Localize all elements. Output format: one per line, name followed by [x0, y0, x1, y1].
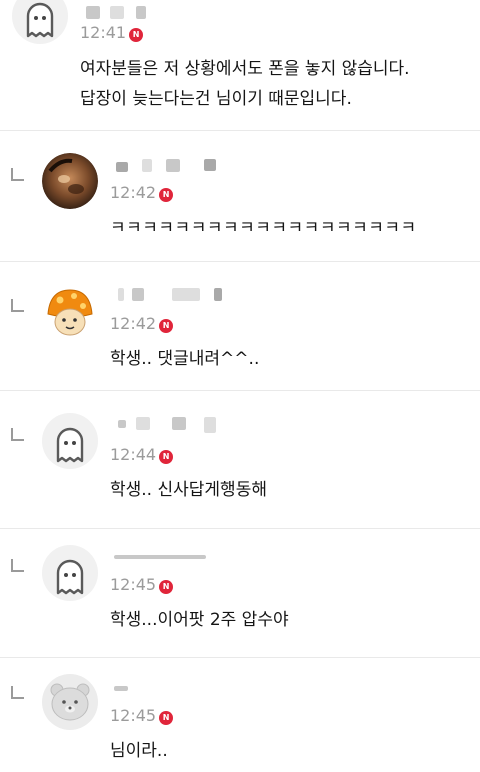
comment-timestamp: 12:41 N — [80, 24, 144, 42]
comment-timestamp: 12:44 N — [110, 446, 174, 464]
comment-body: 여자분들은 저 상황에서도 폰을 놓지 않습니다. 답장이 늦는다는건 님이기 … — [80, 59, 410, 109]
ghost-avatar-icon[interactable] — [42, 413, 98, 469]
author-name-blurred[interactable] — [86, 6, 176, 20]
comment-body: 학생...이어팟 2주 압수야 — [110, 610, 289, 630]
comment-timestamp: 12:42 N — [110, 184, 174, 202]
reply-arrow-icon — [11, 428, 24, 441]
new-badge: N — [159, 188, 174, 202]
author-name-blurred[interactable] — [116, 159, 256, 173]
photo-avatar[interactable] — [42, 153, 98, 209]
author-name-blurred[interactable] — [118, 288, 238, 302]
reply-arrow-icon — [11, 559, 24, 572]
comment-timestamp: 12:45 N — [110, 707, 174, 725]
new-badge: N — [159, 580, 174, 594]
comment-body: 학생.. 신사답게행동해 — [110, 480, 267, 500]
comment-reply-item: 12:44 N 학생.. 신사답게행동해 — [0, 391, 480, 528]
author-name-blurred[interactable] — [114, 682, 154, 696]
new-badge: N — [159, 450, 174, 464]
comment-reply-item: 12:45 N 님이라.. — [0, 658, 480, 772]
new-badge: N — [159, 319, 174, 333]
ghost-avatar-icon[interactable] — [12, 0, 68, 44]
comment-reply-item: 12:45 N 학생...이어팟 2주 압수야 — [0, 529, 480, 657]
mushroom-avatar-icon[interactable] — [42, 284, 98, 340]
author-name-blurred[interactable] — [114, 551, 234, 565]
comment-timestamp: 12:45 N — [110, 576, 174, 594]
new-badge: N — [129, 28, 144, 42]
reply-arrow-icon — [11, 686, 24, 699]
comment-body: 님이라.. — [110, 741, 168, 761]
author-name-blurred[interactable] — [118, 417, 228, 433]
reply-arrow-icon — [11, 299, 24, 312]
comment-reply-item: 12:42 N ㅋㅋㅋㅋㅋㅋㅋㅋㅋㅋㅋㅋㅋㅋㅋㅋㅋㅋㅋ — [0, 131, 480, 261]
ghost-avatar-icon[interactable] — [42, 545, 98, 601]
comment-body: ㅋㅋㅋㅋㅋㅋㅋㅋㅋㅋㅋㅋㅋㅋㅋㅋㅋㅋㅋ — [110, 218, 417, 238]
bear-avatar-icon[interactable] — [42, 674, 98, 730]
comment-item: 12:41 N 여자분들은 저 상황에서도 폰을 놓지 않습니다. 답장이 늦는다… — [0, 0, 480, 130]
comment-body: 학생.. 댓글내려^^.. — [110, 349, 260, 369]
comment-timestamp: 12:42 N — [110, 315, 174, 333]
reply-arrow-icon — [11, 168, 24, 181]
new-badge: N — [159, 711, 174, 725]
comment-reply-item: 12:42 N 학생.. 댓글내려^^.. — [0, 262, 480, 390]
